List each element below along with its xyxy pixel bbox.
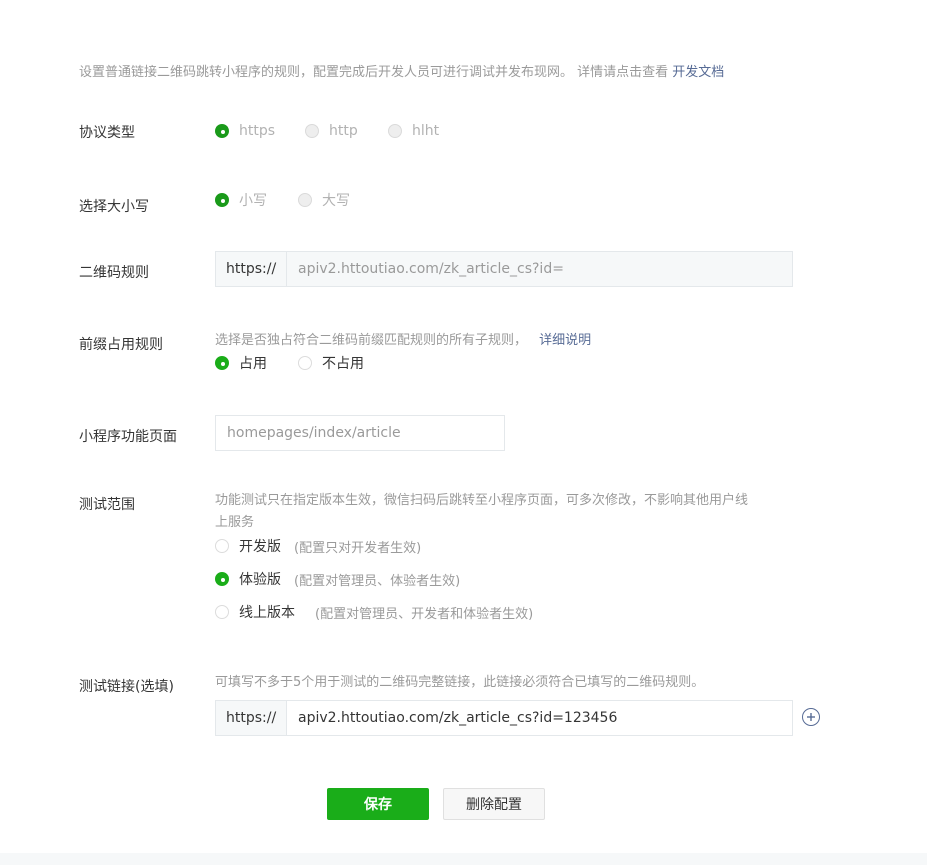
plus-circle-icon[interactable] bbox=[802, 708, 820, 726]
radio-dot-checked bbox=[215, 193, 229, 207]
radio-dot-checked bbox=[215, 124, 229, 138]
qr-rule-label: 二维码规则 bbox=[79, 265, 149, 281]
dev-docs-link[interactable]: 开发文档 bbox=[672, 65, 724, 80]
radio-label: 小写 bbox=[239, 193, 267, 209]
radio-hlht[interactable]: hlht bbox=[388, 123, 439, 139]
delete-config-button[interactable]: 删除配置 bbox=[443, 788, 545, 820]
test-scope-hint-line1: 功能测试只在指定版本生效，微信扫码后跳转至小程序页面，可多次修改，不影响其他用户… bbox=[215, 493, 749, 508]
test-link-value: apiv2.httoutiao.com/zk_article_cs?id=123… bbox=[298, 710, 618, 726]
radio-dev-version[interactable]: 开发版 (配置只对开发者生效) bbox=[215, 536, 421, 556]
test-scope-label: 测试范围 bbox=[79, 497, 135, 513]
radio-dot bbox=[388, 124, 402, 138]
radio-dot-checked bbox=[215, 572, 229, 586]
radio-lowercase[interactable]: 小写 bbox=[215, 190, 267, 210]
detail-link[interactable]: 详细说明 bbox=[539, 333, 591, 348]
radio-trial-version[interactable]: 体验版 (配置对管理员、体验者生效) bbox=[215, 569, 460, 589]
radio-label: 线上版本 bbox=[239, 605, 295, 621]
radio-online-version[interactable]: 线上版本 (配置对管理员、开发者和体验者生效) bbox=[215, 602, 533, 622]
prefix-rule-hint: 选择是否独占符合二维码前缀匹配规则的所有子规则， 详细说明 bbox=[215, 329, 591, 348]
plus-glyph bbox=[807, 713, 815, 721]
radio-label: http bbox=[329, 123, 358, 139]
test-link-hint: 可填写不多于5个用于测试的二维码完整链接，此链接必须符合已填写的二维码规则。 bbox=[215, 675, 705, 690]
radio-label: 开发版 bbox=[239, 539, 281, 555]
radio-dot bbox=[215, 539, 229, 553]
radio-label: https bbox=[239, 123, 276, 139]
page-input[interactable]: homepages/index/article bbox=[215, 415, 505, 451]
page-input-placeholder: homepages/index/article bbox=[227, 425, 401, 441]
intro-text: 设置普通链接二维码跳转小程序的规则，配置完成后开发人员可进行调试并发布现网。 详… bbox=[79, 61, 724, 80]
radio-note: (配置只对开发者生效) bbox=[294, 540, 422, 556]
radio-occupy[interactable]: 占用 bbox=[215, 353, 267, 373]
radio-label: 占用 bbox=[239, 356, 267, 372]
radio-label: 不占用 bbox=[322, 356, 364, 372]
case-label: 选择大小写 bbox=[79, 199, 149, 215]
protocol-label: 协议类型 bbox=[79, 125, 135, 141]
radio-dot-checked bbox=[215, 356, 229, 370]
save-button[interactable]: 保存 bbox=[327, 788, 429, 820]
prefix-rule-label: 前缀占用规则 bbox=[79, 337, 163, 353]
page-bottom-divider bbox=[0, 853, 927, 865]
radio-note: (配置对管理员、开发者和体验者生效) bbox=[315, 606, 534, 622]
radio-label: 体验版 bbox=[239, 572, 281, 588]
radio-note: (配置对管理员、体验者生效) bbox=[294, 573, 461, 589]
test-link-prefix: https:// bbox=[216, 701, 287, 735]
radio-dot bbox=[298, 356, 312, 370]
qr-rule-prefix: https:// bbox=[216, 252, 287, 286]
radio-dot bbox=[298, 193, 312, 207]
prefix-rule-hint-text: 选择是否独占符合二维码前缀匹配规则的所有子规则， bbox=[215, 333, 528, 348]
qr-rule-field[interactable]: https:// apiv2.httoutiao.com/zk_article_… bbox=[215, 251, 793, 287]
radio-dot bbox=[305, 124, 319, 138]
test-scope-hint-line2: 上服务 bbox=[215, 515, 255, 530]
test-link-label: 测试链接(选填) bbox=[79, 679, 174, 695]
radio-uppercase[interactable]: 大写 bbox=[298, 190, 350, 210]
test-link-field[interactable]: https:// apiv2.httoutiao.com/zk_article_… bbox=[215, 700, 793, 736]
radio-dot bbox=[215, 605, 229, 619]
radio-label: hlht bbox=[412, 123, 440, 139]
radio-not-occupy[interactable]: 不占用 bbox=[298, 353, 364, 373]
intro-description: 设置普通链接二维码跳转小程序的规则，配置完成后开发人员可进行调试并发布现网。 详… bbox=[79, 65, 669, 80]
qr-rule-value: apiv2.httoutiao.com/zk_article_cs?id= bbox=[298, 261, 564, 277]
radio-label: 大写 bbox=[322, 193, 350, 209]
radio-http[interactable]: http bbox=[305, 123, 358, 139]
page-label: 小程序功能页面 bbox=[79, 429, 177, 445]
radio-https[interactable]: https bbox=[215, 123, 275, 139]
